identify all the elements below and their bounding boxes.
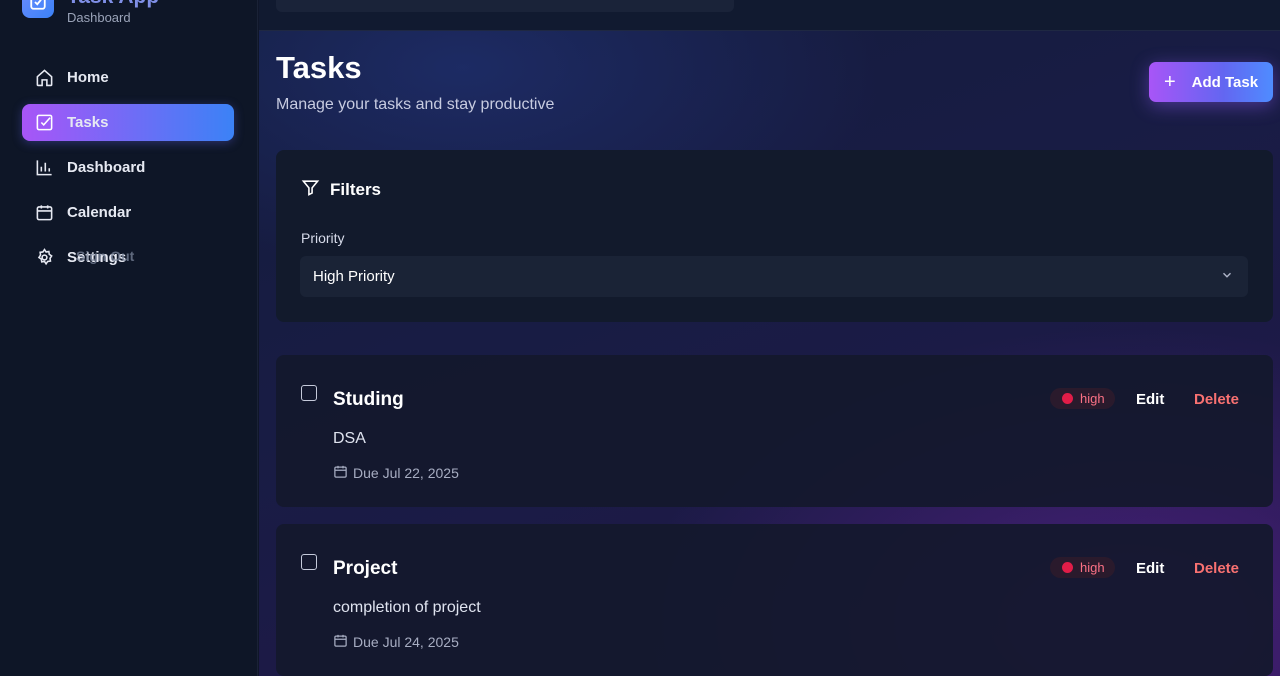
task-description: completion of project (333, 599, 481, 616)
main-content: Tasks Manage your tasks and stay product… (259, 0, 1280, 676)
sidebar-item-home[interactable]: Home (22, 59, 234, 96)
sidebar-item-label: Home (67, 69, 109, 86)
task-checkbox[interactable] (301, 385, 317, 401)
priority-dot-icon (1062, 393, 1073, 404)
checkbox-icon (35, 113, 54, 132)
task-due-date: Due Jul 24, 2025 (333, 633, 459, 651)
sidebar-item-label: Tasks (67, 114, 109, 131)
calendar-icon (35, 203, 54, 222)
priority-select-value: High Priority (313, 268, 395, 285)
page-subtitle: Manage your tasks and stay productive (276, 96, 555, 113)
priority-badge: high (1050, 388, 1115, 409)
task-checkbox[interactable] (301, 554, 317, 570)
priority-badge-label: high (1080, 391, 1105, 406)
priority-dot-icon (1062, 562, 1073, 573)
delete-button[interactable]: Delete (1194, 391, 1239, 408)
filters-panel: Filters Priority High Priority (276, 150, 1273, 322)
brand[interactable]: Task App Dashboard (22, 0, 159, 26)
task-card: Studing DSA Due Jul 22, 2025 high Edit D… (276, 355, 1273, 507)
bar-chart-icon (35, 158, 54, 177)
priority-label: Priority (301, 230, 345, 246)
sidebar-item-tasks[interactable]: Tasks (22, 104, 234, 141)
add-task-button[interactable]: + Add Task (1149, 62, 1273, 102)
sidebar-item-calendar[interactable]: Calendar (22, 194, 234, 231)
page-title: Tasks (276, 50, 362, 85)
due-date-label: Due Jul 24, 2025 (353, 634, 459, 650)
search-input[interactable] (276, 0, 734, 12)
app-subtitle: Dashboard (67, 10, 131, 25)
task-due-date: Due Jul 22, 2025 (333, 464, 459, 482)
chevron-down-icon (1220, 268, 1234, 286)
task-title: Project (333, 558, 398, 579)
sidebar-item-dashboard[interactable]: Dashboard (22, 149, 234, 186)
task-title: Studing (333, 389, 404, 410)
top-bar (259, 0, 1280, 31)
app-title: Task App (67, 0, 159, 8)
task-description: DSA (333, 430, 366, 447)
gear-icon (35, 248, 54, 267)
edit-button[interactable]: Edit (1136, 391, 1164, 408)
filters-title: Filters (330, 180, 382, 199)
priority-select[interactable]: High Priority (300, 256, 1248, 297)
sidebar: Task App Dashboard Home Tasks Dashboard (0, 0, 258, 676)
calendar-icon (333, 633, 348, 651)
sidebar-item-label: Calendar (67, 204, 132, 221)
app-logo-icon (22, 0, 54, 18)
plus-icon: + (1163, 71, 1176, 93)
sidebar-item-label: Dashboard (67, 159, 146, 176)
edit-button[interactable]: Edit (1136, 560, 1164, 577)
task-card: Project completion of project Due Jul 24… (276, 524, 1273, 676)
add-task-label: Add Task (1191, 73, 1259, 91)
priority-badge-label: high (1080, 560, 1105, 575)
priority-badge: high (1050, 557, 1115, 578)
sign-out-button[interactable]: Sign Out (76, 248, 134, 264)
due-date-label: Due Jul 22, 2025 (353, 465, 459, 481)
calendar-icon (333, 464, 348, 482)
filter-icon (301, 178, 320, 202)
delete-button[interactable]: Delete (1194, 560, 1239, 577)
home-icon (35, 68, 54, 87)
